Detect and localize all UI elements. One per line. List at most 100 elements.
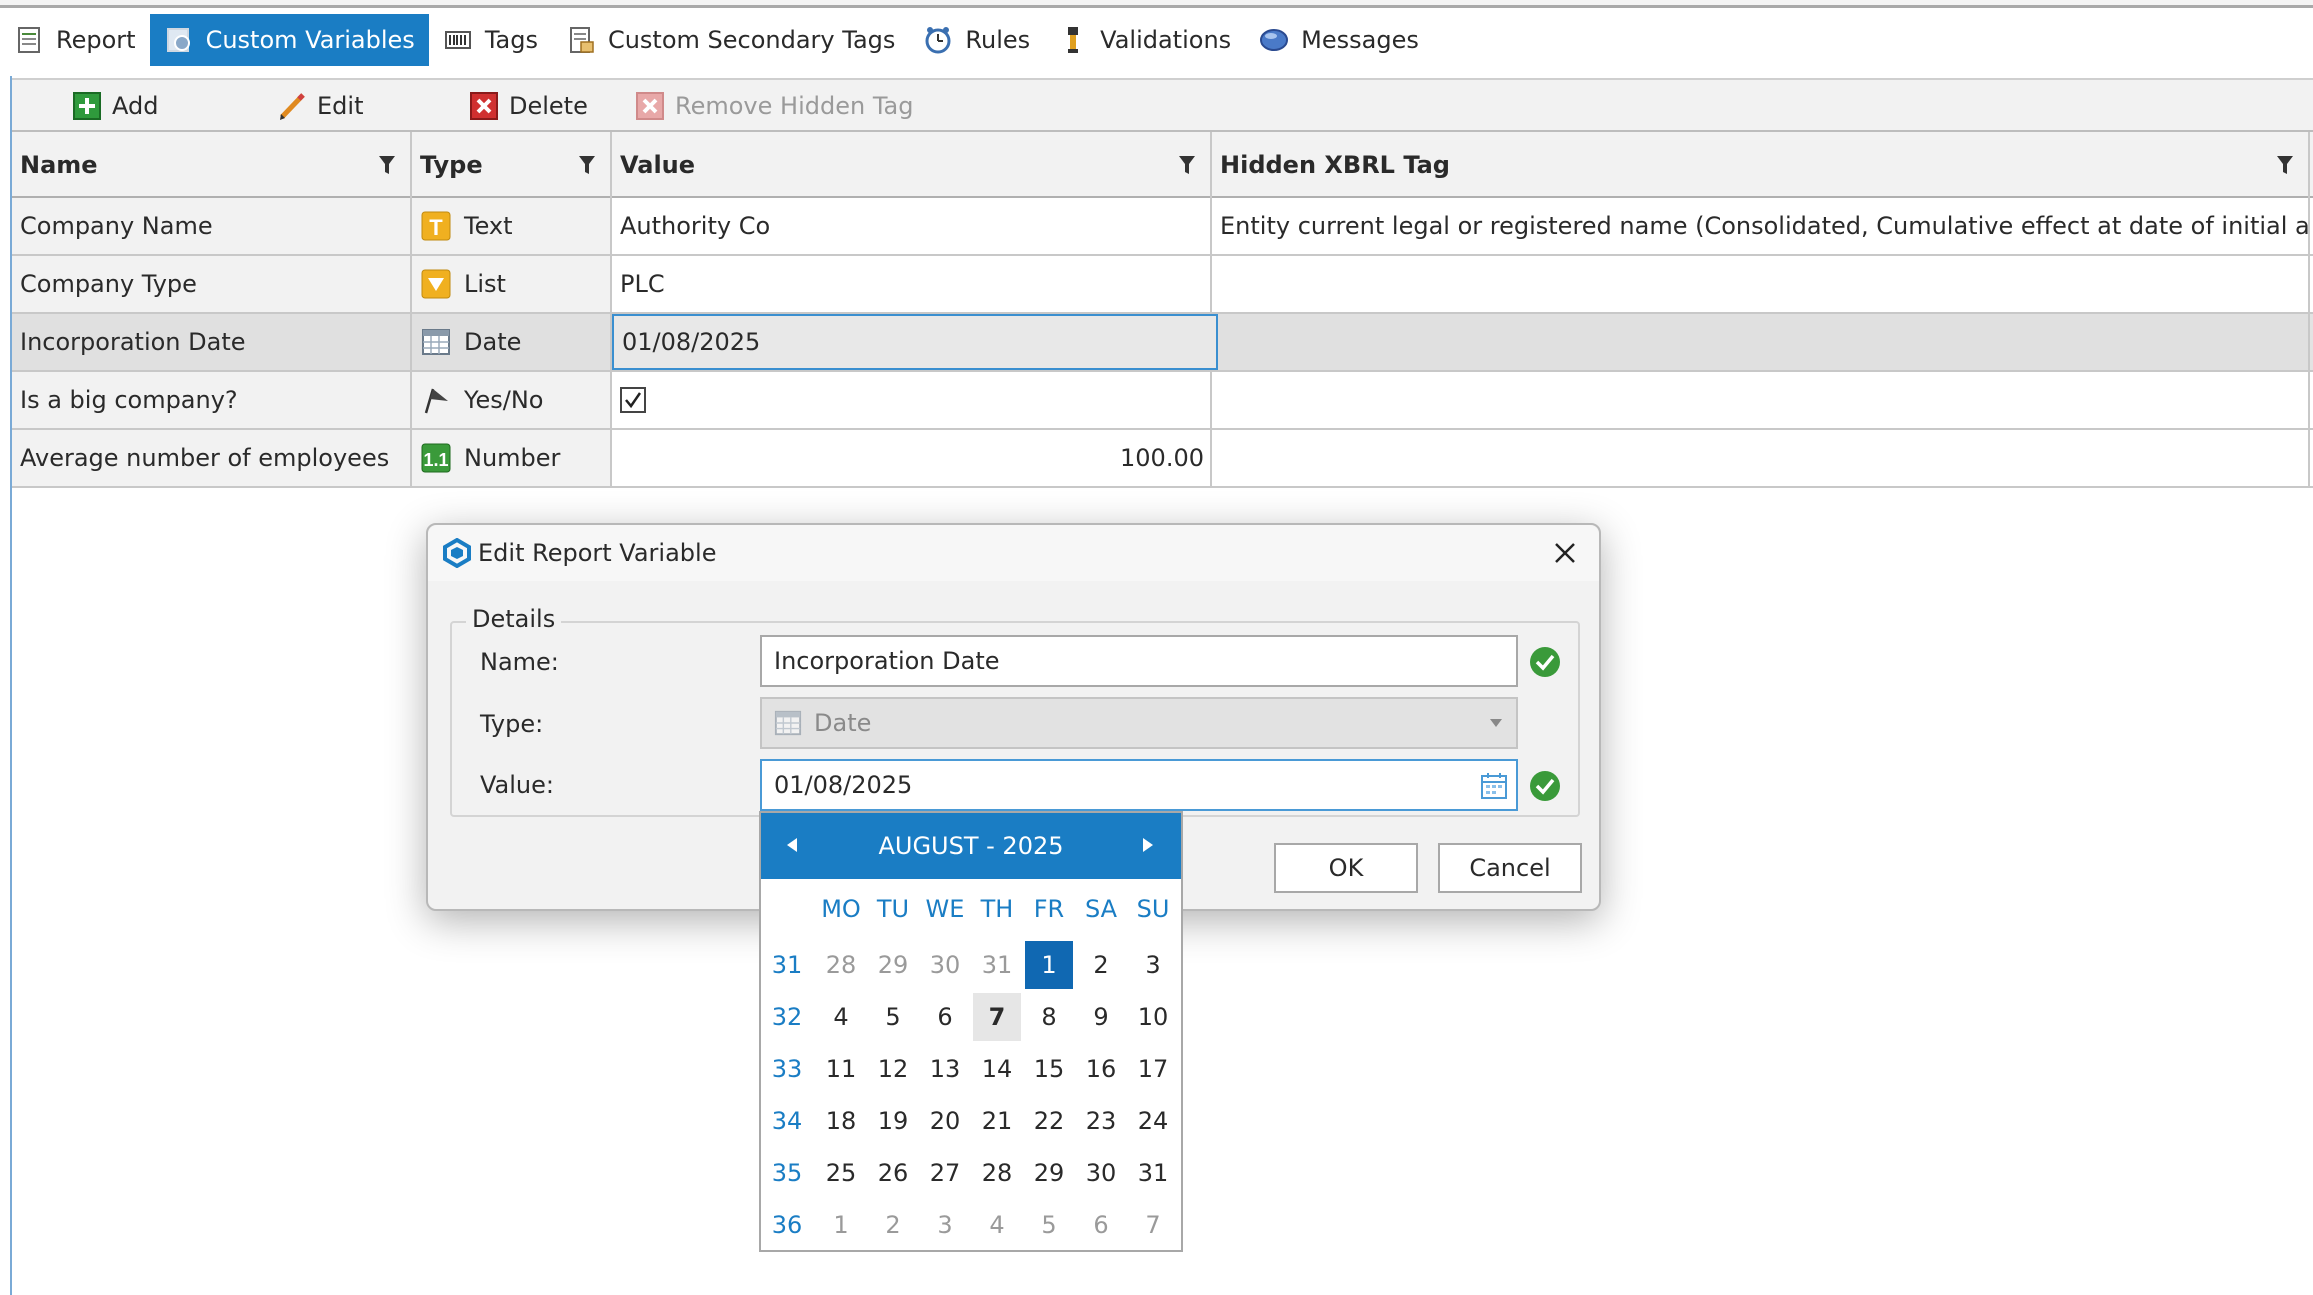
calendar-day[interactable]: 2	[1077, 941, 1125, 989]
week-number: 35	[771, 1159, 803, 1187]
next-month-icon[interactable]	[1135, 833, 1159, 857]
previous-month-icon[interactable]	[781, 833, 805, 857]
cell-value[interactable]: Authority Co	[612, 198, 1212, 254]
delete-button-label: Delete	[509, 92, 588, 120]
tab-custom-secondary-tags[interactable]: Custom Secondary Tags	[552, 14, 909, 66]
calendar-day[interactable]: 5	[1025, 1201, 1073, 1249]
column-header-value[interactable]: Value	[612, 132, 1212, 198]
tab-rules[interactable]: Rules	[909, 14, 1044, 66]
tab-label: Messages	[1301, 26, 1419, 54]
calendar-day[interactable]: 28	[973, 1149, 1021, 1197]
remove-hidden-tag-button[interactable]: Remove Hidden Tag	[635, 80, 913, 132]
delete-button[interactable]: Delete	[469, 80, 588, 132]
filter-icon[interactable]	[2276, 154, 2294, 176]
filter-icon[interactable]	[578, 154, 596, 176]
table-row[interactable]: Average number of employees 1.1 Number 1…	[12, 430, 2313, 488]
cell-hidden-tag	[1212, 430, 2310, 486]
week-number: 31	[771, 951, 803, 979]
calendar-day[interactable]: 29	[869, 941, 917, 989]
calendar-day[interactable]: 15	[1025, 1045, 1073, 1093]
calendar-day[interactable]: 27	[921, 1149, 969, 1197]
cell-type-label: Text	[464, 212, 513, 240]
cell-value[interactable]	[612, 372, 1212, 428]
calendar-day[interactable]: 11	[817, 1045, 865, 1093]
calendar-day[interactable]: 3	[1129, 941, 1177, 989]
calendar-day[interactable]: 26	[869, 1149, 917, 1197]
tab-label: Custom Variables	[205, 26, 415, 54]
table-row[interactable]: Is a big company? Yes/No	[12, 372, 2313, 430]
ok-button[interactable]: OK	[1274, 843, 1418, 893]
cell-value[interactable]: PLC	[612, 256, 1212, 312]
cell-value[interactable]: 100.00	[612, 430, 1212, 486]
calendar-day[interactable]: 30	[921, 941, 969, 989]
calendar-day[interactable]: 7	[1129, 1201, 1177, 1249]
column-header-name[interactable]: Name	[12, 132, 412, 198]
tab-validations[interactable]: Validations	[1044, 14, 1245, 66]
calendar-day[interactable]: 23	[1077, 1097, 1125, 1145]
cancel-button[interactable]: Cancel	[1438, 843, 1582, 893]
close-icon[interactable]	[1549, 537, 1581, 569]
column-header-hidden-xbrl-tag[interactable]: Hidden XBRL Tag	[1212, 132, 2310, 198]
calendar-icon[interactable]	[1480, 771, 1508, 801]
filter-icon[interactable]	[378, 154, 396, 176]
chevron-down-icon	[1490, 719, 1502, 727]
add-button[interactable]: Add	[72, 80, 158, 132]
cell-value-editing[interactable]: 01/08/2025	[612, 314, 1218, 370]
column-title: Name	[20, 151, 98, 179]
edit-button[interactable]: Edit	[277, 80, 363, 132]
cell-hidden-tag	[1212, 256, 2310, 312]
calendar-day[interactable]: 16	[1077, 1045, 1125, 1093]
type-select[interactable]: Date	[760, 697, 1518, 749]
column-header-type[interactable]: Type	[412, 132, 612, 198]
calendar-day[interactable]: 4	[973, 1201, 1021, 1249]
calendar-day[interactable]: 21	[973, 1097, 1021, 1145]
table-row[interactable]: Incorporation Date Date 01/08/2025	[12, 314, 2313, 372]
tab-report[interactable]: Report	[0, 14, 150, 66]
tab-custom-variables[interactable]: Custom Variables	[149, 14, 429, 66]
weekday-header: FR	[1033, 895, 1065, 923]
calendar-day[interactable]: 13	[921, 1045, 969, 1093]
calendar-day[interactable]: 14	[973, 1045, 1021, 1093]
calendar-day[interactable]: 20	[921, 1097, 969, 1145]
calendar-day[interactable]: 29	[1025, 1149, 1073, 1197]
tab-label: Report	[56, 26, 136, 54]
calendar-day[interactable]: 25	[817, 1149, 865, 1197]
calendar-day[interactable]: 30	[1077, 1149, 1125, 1197]
remove-tag-icon	[635, 91, 665, 121]
calendar-day[interactable]: 9	[1077, 993, 1125, 1041]
calendar-day[interactable]: 31	[1129, 1149, 1177, 1197]
calendar-day[interactable]: 5	[869, 993, 917, 1041]
yes-no-checkbox[interactable]	[620, 387, 646, 413]
calendar-day[interactable]: 4	[817, 993, 865, 1041]
calendar-day[interactable]: 10	[1129, 993, 1177, 1041]
calendar-day[interactable]: 17	[1129, 1045, 1177, 1093]
filter-icon[interactable]	[1178, 154, 1196, 176]
calendar-day[interactable]: 31	[973, 941, 1021, 989]
name-field[interactable]: Incorporation Date	[760, 635, 1518, 687]
window-top-edge	[0, 0, 2313, 8]
calendar-day[interactable]: 24	[1129, 1097, 1177, 1145]
calendar-day[interactable]: 22	[1025, 1097, 1073, 1145]
delete-icon	[469, 91, 499, 121]
tab-messages[interactable]: Messages	[1245, 14, 1433, 66]
calendar-month-year[interactable]: AUGUST - 2025	[878, 832, 1063, 860]
calendar-day[interactable]: 6	[921, 993, 969, 1041]
flag-type-icon	[420, 384, 452, 416]
calendar-day[interactable]: 12	[869, 1045, 917, 1093]
calendar-day-selected[interactable]: 1	[1025, 941, 1073, 989]
table-row[interactable]: Company Name T Text Authority Co Entity …	[12, 198, 2313, 256]
calendar-day[interactable]: 7	[973, 993, 1021, 1041]
cell-name: Incorporation Date	[12, 314, 412, 370]
calendar-day[interactable]: 1	[817, 1201, 865, 1249]
calendar-day[interactable]: 3	[921, 1201, 969, 1249]
table-row[interactable]: Company Type List PLC	[12, 256, 2313, 314]
tab-tags[interactable]: Tags	[429, 14, 552, 66]
calendar-day[interactable]: 2	[869, 1201, 917, 1249]
calendar-day[interactable]: 28	[817, 941, 865, 989]
dialog-titlebar[interactable]: Edit Report Variable	[428, 525, 1599, 581]
calendar-day[interactable]: 18	[817, 1097, 865, 1145]
calendar-day[interactable]: 6	[1077, 1201, 1125, 1249]
calendar-day[interactable]: 8	[1025, 993, 1073, 1041]
value-date-field[interactable]: 01/08/2025	[760, 759, 1518, 811]
calendar-day[interactable]: 19	[869, 1097, 917, 1145]
